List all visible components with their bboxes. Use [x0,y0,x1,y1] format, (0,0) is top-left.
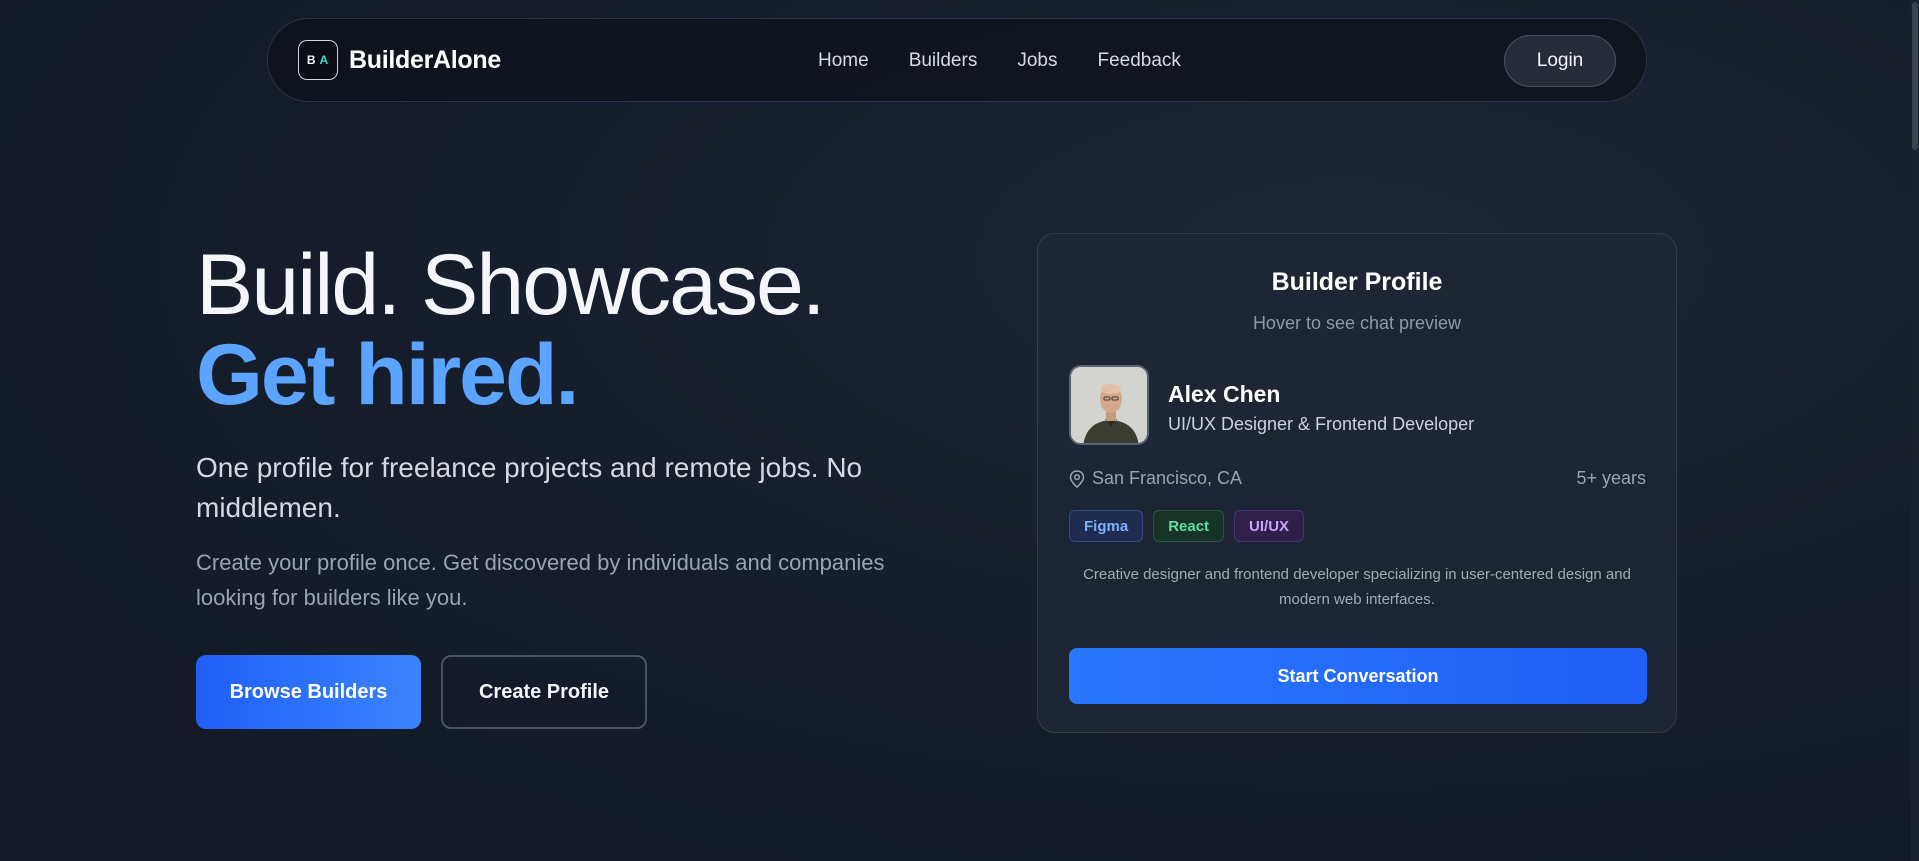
profile-location-text: San Francisco, CA [1092,468,1243,488]
logo-letter-a: A [319,53,333,67]
profile-name: Alex Chen [1168,381,1281,407]
hero-title-line2: Get hired. [196,327,579,423]
profile-bio: Creative designer and frontend developer… [1083,566,1631,608]
browse-builders-button[interactable]: Browse Builders [196,655,421,729]
create-profile-button[interactable]: Create Profile [441,655,647,729]
brand-name: BuilderAlone [349,45,501,74]
hero-subtitle: One profile for freelance projects and r… [196,452,863,523]
login-button[interactable]: Login [1504,35,1616,87]
start-conversation-button[interactable]: Start Conversation [1069,648,1647,704]
hero-title: Build. Showcase. Get hired. [196,237,826,423]
tag-figma: Figma [1069,510,1144,542]
nav-link-home[interactable]: Home [818,50,869,72]
logo-letter-b: B [306,53,320,67]
avatar-portrait-icon [1071,367,1147,443]
nav-link-builders[interactable]: Builders [909,50,978,72]
nav-link-jobs[interactable]: Jobs [1017,50,1057,72]
tag-ui-ux: UI/UX [1234,510,1305,542]
card-subtitle: Hover to see chat preview [1252,313,1462,333]
profile-location: San Francisco, CA [1069,468,1242,489]
top-navbar: BA BuilderAlone Home Builders Jobs Feedb… [267,18,1647,102]
tag-react: React [1153,510,1225,542]
location-pin-icon [1069,469,1085,488]
hero-description: Create your profile once. Get discovered… [196,550,885,610]
skill-tags: Figma React UI/UX [1069,510,1314,542]
hero-title-line1: Build. Showcase. [196,237,826,333]
page-scrollbar[interactable] [1911,0,1919,861]
nav-links: Home Builders Jobs Feedback [818,19,1221,103]
profile-role: UI/UX Designer & Frontend Developer [1168,414,1475,434]
logo-mark-icon: BA [298,40,338,80]
avatar [1069,365,1149,445]
card-title: Builder Profile [1271,268,1443,296]
profile-experience: 5+ years [1576,468,1646,488]
scrollbar-thumb[interactable] [1912,2,1918,150]
builder-profile-card[interactable]: Builder Profile Hover to see chat previe… [1037,233,1677,733]
brand-logo[interactable]: BA BuilderAlone [298,40,501,80]
nav-link-feedback[interactable]: Feedback [1097,50,1180,72]
